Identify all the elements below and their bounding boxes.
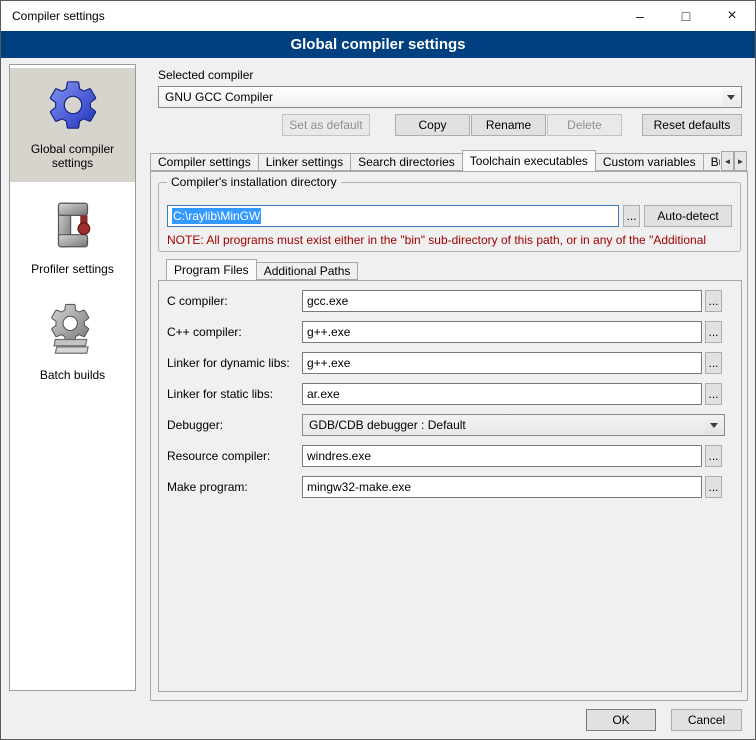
subtab-program-files[interactable]: Program Files	[166, 259, 257, 281]
tab-scroll-right-icon[interactable]: ►	[734, 151, 747, 171]
window-title: Compiler settings	[1, 9, 105, 23]
gear-blue-icon	[44, 76, 102, 134]
compiler-combobox[interactable]: GNU GCC Compiler	[158, 86, 742, 108]
tab-custom-variables[interactable]: Custom variables	[595, 153, 704, 171]
installation-directory-browse-button[interactable]: ...	[623, 205, 640, 227]
linker-dynamic-browse-button[interactable]: ...	[705, 352, 722, 374]
debugger-combobox[interactable]: GDB/CDB debugger : Default	[302, 414, 725, 436]
sidebar-item-label: Profiler settings	[12, 262, 133, 276]
installation-directory-group: Compiler's installation directory C:\ray…	[158, 182, 741, 252]
minimize-button[interactable]: –	[617, 1, 663, 31]
chevron-down-icon[interactable]	[722, 88, 740, 106]
selected-compiler-label: Selected compiler	[158, 68, 253, 82]
field-row-make-program: Make program: ...	[167, 476, 741, 498]
debugger-label: Debugger:	[167, 418, 302, 432]
c-compiler-input[interactable]	[302, 290, 702, 312]
tab-build-options[interactable]: Buil	[703, 153, 720, 171]
installation-directory-input[interactable]: C:\raylib\MinGW	[167, 205, 619, 227]
cancel-button[interactable]: Cancel	[671, 709, 742, 731]
compiler-settings-window: Compiler settings – □ × Global compiler …	[0, 0, 756, 740]
sidebar-item-global-compiler-settings[interactable]: Global compiler settings	[10, 68, 135, 182]
profiler-clamp-icon	[44, 196, 102, 254]
sidebar-item-batch-builds[interactable]: Batch builds	[10, 294, 135, 394]
tab-toolchain-executables[interactable]: Toolchain executables	[462, 150, 596, 172]
ok-button[interactable]: OK	[586, 709, 656, 731]
field-row-linker-dynamic: Linker for dynamic libs: ...	[167, 352, 741, 374]
field-row-debugger: Debugger: GDB/CDB debugger : Default	[167, 414, 741, 436]
maximize-button[interactable]: □	[663, 1, 709, 31]
program-files-panel: C compiler: ... C++ compiler: ... Linker…	[158, 280, 742, 692]
linker-static-browse-button[interactable]: ...	[705, 383, 722, 405]
sidebar-item-profiler-settings[interactable]: Profiler settings	[10, 188, 135, 288]
cpp-compiler-label: C++ compiler:	[167, 325, 302, 339]
make-program-browse-button[interactable]: ...	[705, 476, 722, 498]
installation-directory-row: C:\raylib\MinGW ... Auto-detect	[167, 205, 732, 227]
make-program-input[interactable]	[302, 476, 702, 498]
installation-directory-group-title: Compiler's installation directory	[167, 175, 341, 189]
sidebar-item-label: Batch builds	[12, 368, 133, 382]
resource-compiler-input[interactable]	[302, 445, 702, 467]
linker-dynamic-label: Linker for dynamic libs:	[167, 356, 302, 370]
delete-button[interactable]: Delete	[547, 114, 622, 136]
settings-sidebar: Global compiler settings Profiler settin…	[9, 64, 136, 691]
tab-linker-settings[interactable]: Linker settings	[258, 153, 351, 171]
field-row-linker-static: Linker for static libs: ...	[167, 383, 741, 405]
page-title: Global compiler settings	[1, 31, 755, 58]
make-program-label: Make program:	[167, 480, 302, 494]
field-row-cpp-compiler: C++ compiler: ...	[167, 321, 741, 343]
c-compiler-browse-button[interactable]: ...	[705, 290, 722, 312]
program-files-tabstrip: Program Files Additional Paths	[166, 259, 358, 281]
titlebar: Compiler settings – □ ×	[1, 1, 755, 31]
subtab-additional-paths[interactable]: Additional Paths	[256, 262, 359, 280]
autodetect-button[interactable]: Auto-detect	[644, 205, 732, 227]
debugger-combobox-value: GDB/CDB debugger : Default	[309, 418, 466, 432]
gear-gray-icon	[44, 302, 102, 360]
tab-search-directories[interactable]: Search directories	[350, 153, 463, 171]
set-as-default-button[interactable]: Set as default	[282, 114, 370, 136]
copy-button[interactable]: Copy	[395, 114, 470, 136]
linker-static-label: Linker for static libs:	[167, 387, 302, 401]
tab-scroll-left-icon[interactable]: ◄	[721, 151, 734, 171]
compiler-combobox-value: GNU GCC Compiler	[165, 90, 273, 104]
linker-static-input[interactable]	[302, 383, 702, 405]
resource-compiler-label: Resource compiler:	[167, 449, 302, 463]
rename-button[interactable]: Rename	[471, 114, 546, 136]
sidebar-item-label: Global compiler settings	[12, 142, 133, 170]
cpp-compiler-input[interactable]	[302, 321, 702, 343]
c-compiler-label: C compiler:	[167, 294, 302, 308]
field-row-c-compiler: C compiler: ...	[167, 290, 741, 312]
chevron-down-icon[interactable]	[705, 416, 723, 434]
settings-tabstrip: Compiler settings Linker settings Search…	[150, 150, 720, 172]
cpp-compiler-browse-button[interactable]: ...	[705, 321, 722, 343]
window-controls: – □ ×	[617, 1, 755, 31]
tab-compiler-settings[interactable]: Compiler settings	[150, 153, 259, 171]
bin-subdirectory-note: NOTE: All programs must exist either in …	[167, 233, 738, 247]
field-row-resource-compiler: Resource compiler: ...	[167, 445, 741, 467]
reset-defaults-button[interactable]: Reset defaults	[642, 114, 742, 136]
installation-directory-selected-text: C:\raylib\MinGW	[172, 208, 261, 224]
close-button[interactable]: ×	[709, 1, 755, 31]
resource-compiler-browse-button[interactable]: ...	[705, 445, 722, 467]
linker-dynamic-input[interactable]	[302, 352, 702, 374]
